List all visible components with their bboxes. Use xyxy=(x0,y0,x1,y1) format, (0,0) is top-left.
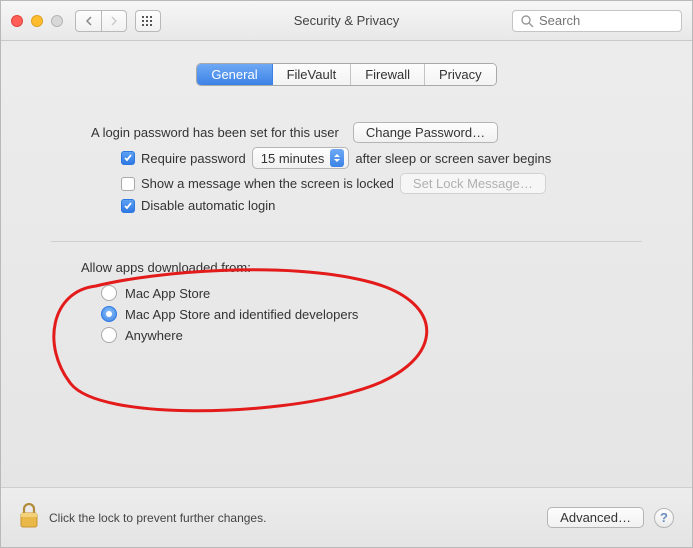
disable-auto-login-checkbox[interactable] xyxy=(121,199,135,213)
tab-general[interactable]: General xyxy=(197,64,272,85)
radio-label-anywhere: Anywhere xyxy=(125,328,183,343)
radio-label-identified-developers: Mac App Store and identified developers xyxy=(125,307,358,322)
forward-button[interactable] xyxy=(101,10,127,32)
titlebar: Security & Privacy xyxy=(1,1,692,41)
radio-row-anywhere: Anywhere xyxy=(101,327,642,343)
show-message-label: Show a message when the screen is locked xyxy=(141,176,394,191)
lock-icon[interactable] xyxy=(19,503,39,532)
show-all-button[interactable] xyxy=(135,10,161,32)
security-privacy-window: Security & Privacy General FileVault Fir… xyxy=(0,0,693,548)
radio-identified-developers[interactable] xyxy=(101,306,117,322)
tab-bar: General FileVault Firewall Privacy xyxy=(1,63,692,86)
radio-label-mac-app-store: Mac App Store xyxy=(125,286,210,301)
tab-firewall[interactable]: Firewall xyxy=(351,64,425,85)
tab-filevault[interactable]: FileVault xyxy=(273,64,352,85)
chevron-updown-icon xyxy=(330,149,344,167)
show-message-row: Show a message when the screen is locked… xyxy=(121,173,642,194)
allow-apps-section: Allow apps downloaded from: Mac App Stor… xyxy=(51,260,642,343)
section-divider xyxy=(51,241,642,242)
maximize-icon[interactable] xyxy=(51,15,63,27)
minimize-icon[interactable] xyxy=(31,15,43,27)
content-area: A login password has been set for this u… xyxy=(1,86,692,343)
change-password-button[interactable]: Change Password… xyxy=(353,122,498,143)
radio-mac-app-store[interactable] xyxy=(101,285,117,301)
traffic-lights xyxy=(11,15,63,27)
show-message-checkbox[interactable] xyxy=(121,177,135,191)
footer-bar: Click the lock to prevent further change… xyxy=(1,487,692,547)
require-password-label: Require password xyxy=(141,151,246,166)
help-button[interactable]: ? xyxy=(654,508,674,528)
require-password-row: Require password 15 minutes after sleep … xyxy=(121,147,642,169)
search-wrap xyxy=(512,10,682,32)
back-button[interactable] xyxy=(75,10,101,32)
tab-privacy[interactable]: Privacy xyxy=(425,64,496,85)
disable-auto-login-label: Disable automatic login xyxy=(141,198,275,213)
radio-row-mac-app-store: Mac App Store xyxy=(101,285,642,301)
search-input[interactable] xyxy=(512,10,682,32)
advanced-button[interactable]: Advanced… xyxy=(547,507,644,528)
nav-buttons xyxy=(75,10,127,32)
require-password-tail: after sleep or screen saver begins xyxy=(355,151,551,166)
password-set-row: A login password has been set for this u… xyxy=(91,122,642,143)
require-password-checkbox[interactable] xyxy=(121,151,135,165)
require-password-delay-select[interactable]: 15 minutes xyxy=(252,147,350,169)
disable-auto-login-row: Disable automatic login xyxy=(121,198,642,213)
close-icon[interactable] xyxy=(11,15,23,27)
lock-text: Click the lock to prevent further change… xyxy=(49,511,266,525)
footer-right: Advanced… ? xyxy=(547,507,674,528)
require-password-delay-value: 15 minutes xyxy=(261,151,325,166)
segmented-tabs: General FileVault Firewall Privacy xyxy=(196,63,496,86)
allow-apps-heading: Allow apps downloaded from: xyxy=(81,260,642,275)
radio-anywhere[interactable] xyxy=(101,327,117,343)
set-lock-message-button: Set Lock Message… xyxy=(400,173,546,194)
radio-row-identified-developers: Mac App Store and identified developers xyxy=(101,306,642,322)
password-set-text: A login password has been set for this u… xyxy=(91,125,339,140)
